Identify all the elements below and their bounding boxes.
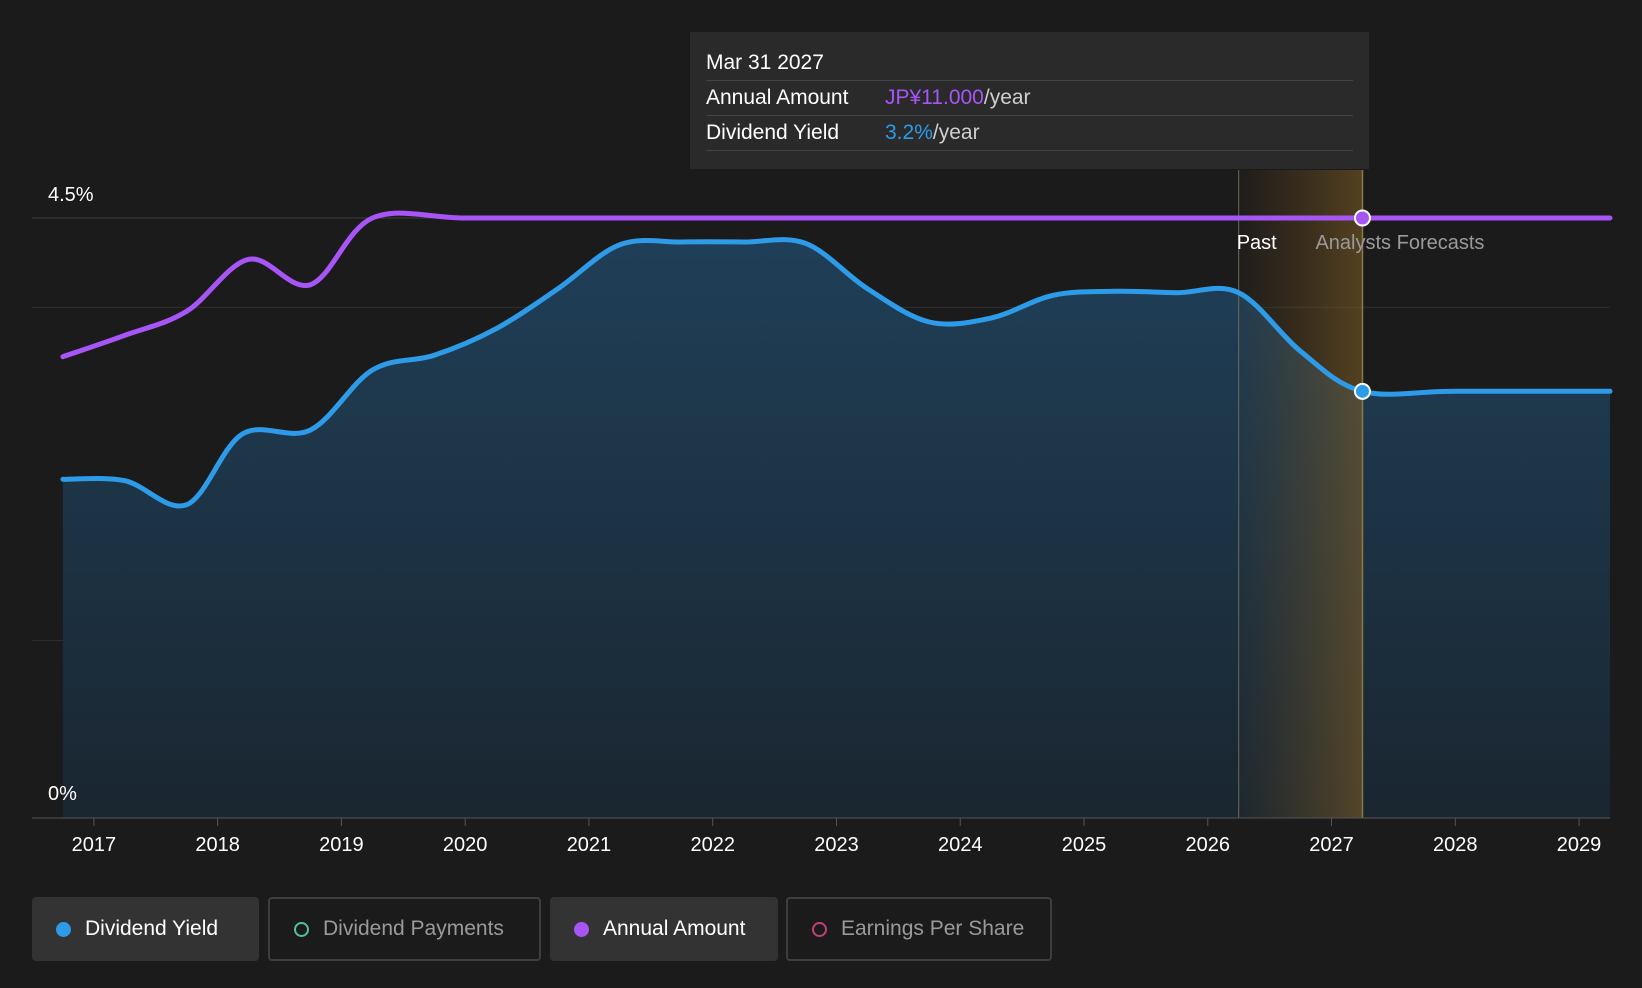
legend-label: Dividend Payments [323, 917, 504, 940]
tooltip-value: JP¥11.000 [885, 86, 984, 109]
x-tick-label: 2023 [814, 834, 859, 856]
x-tick-label: 2022 [690, 834, 735, 856]
x-tick-label: 2018 [195, 834, 240, 856]
y-tick-label: 4.5% [48, 184, 94, 206]
tooltip-value: 3.2% [885, 121, 933, 144]
filled-dot-icon [56, 921, 71, 937]
ring-dot-icon [812, 921, 827, 937]
tooltip-label: Annual Amount [706, 86, 849, 109]
y-tick-label: 0% [48, 783, 77, 805]
legend-dividend-payments-button[interactable]: Dividend Payments [268, 897, 541, 961]
legend-label: Earnings Per Share [841, 917, 1025, 940]
tooltip-date: Mar 31 2027 [706, 46, 1353, 81]
x-tick-label: 2025 [1062, 834, 1107, 856]
legend-annual-amount-button[interactable]: Annual Amount [550, 897, 778, 961]
past-label: Past [1237, 232, 1277, 254]
chart-tooltip: Mar 31 2027 Annual Amount JP¥11.000 /yea… [690, 32, 1369, 169]
forecast-band [1238, 170, 1363, 818]
x-tick-label: 2017 [72, 834, 117, 856]
x-axis: 2017 2018 2019 2020 2021 2022 2023 2024 2025 2026… [72, 818, 1602, 856]
tooltip-row-annual-amount: Annual Amount JP¥11.000 /year [706, 81, 1353, 116]
dividend-yield-area [62, 239, 1610, 818]
tooltip-label: Dividend Yield [706, 121, 840, 144]
tooltip-row-dividend-yield: Dividend Yield 3.2% /year [706, 116, 1353, 151]
tooltip-unit: /year [932, 121, 980, 144]
x-tick-label: 2026 [1186, 834, 1231, 856]
x-tick-label: 2019 [319, 834, 364, 856]
legend-label: Annual Amount [603, 917, 746, 940]
tooltip-unit: /year [983, 86, 1031, 109]
x-tick-label: 2021 [567, 834, 612, 856]
x-tick-label: 2020 [443, 834, 488, 856]
x-tick-label: 2024 [938, 834, 983, 856]
x-tick-label: 2027 [1309, 834, 1354, 856]
x-tick-label: 2028 [1433, 834, 1478, 856]
marker-point [1353, 209, 1371, 227]
filled-dot-icon [574, 921, 589, 937]
marker-point [1353, 382, 1371, 400]
forecast-label: Analysts Forecasts [1315, 232, 1484, 254]
legend-earnings-per-share-button[interactable]: Earnings Per Share [786, 897, 1052, 961]
ring-dot-icon [294, 921, 309, 937]
x-tick-label: 2029 [1557, 834, 1602, 856]
legend-dividend-yield-button[interactable]: Dividend Yield [32, 897, 259, 961]
legend-label: Dividend Yield [85, 917, 219, 940]
